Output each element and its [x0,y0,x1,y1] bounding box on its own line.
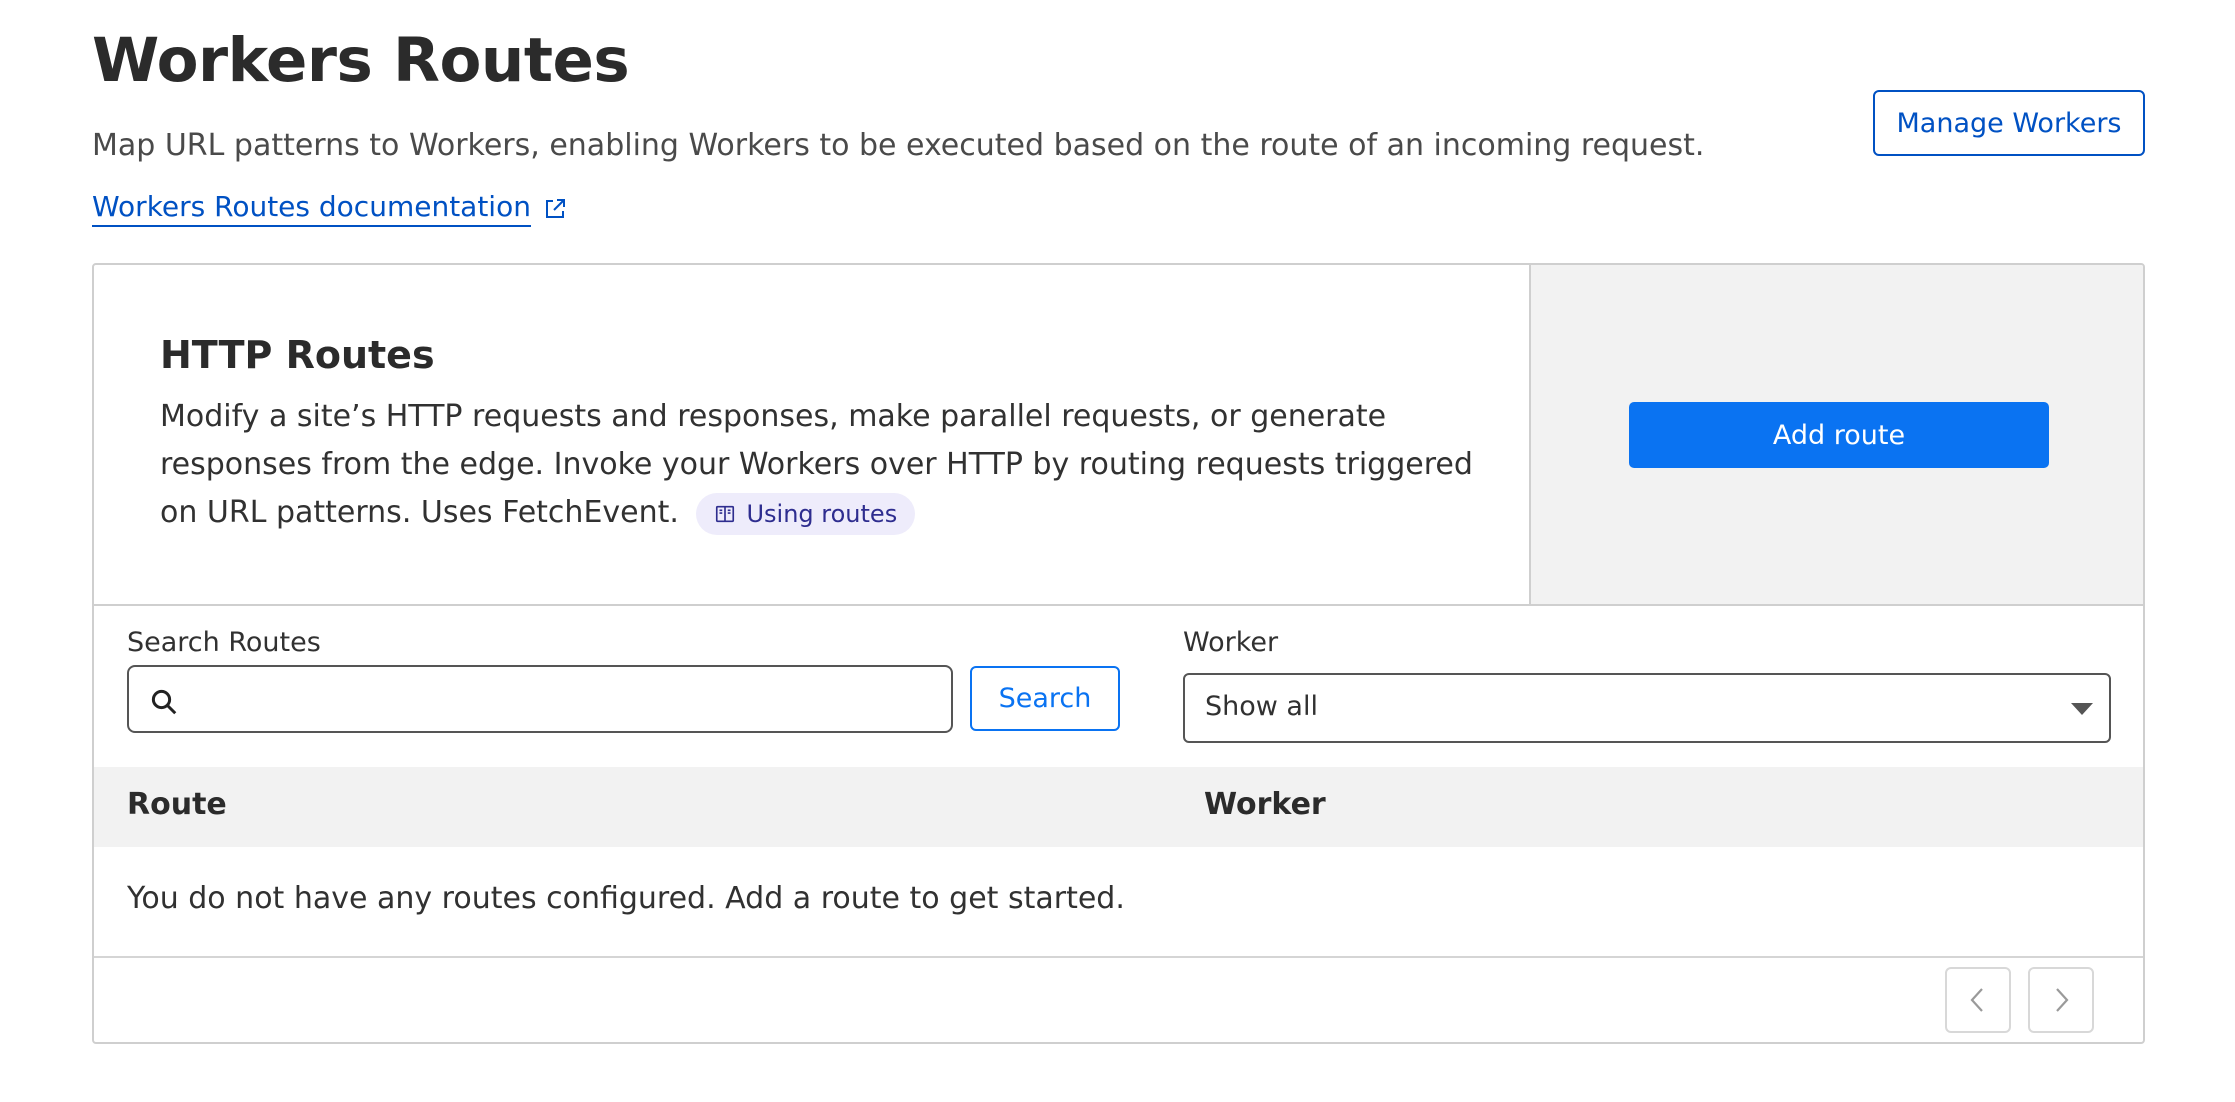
using-routes-label: Using routes [746,499,898,528]
external-link-icon [545,198,565,218]
http-routes-info: HTTP Routes Modify a site’s HTTP request… [94,265,1531,604]
worker-filter-label: Worker [1183,627,1279,658]
chevron-down-icon [2071,703,2093,715]
worker-filter-select[interactable]: Show all [1183,673,2111,743]
column-header-route: Route [127,787,227,822]
column-header-worker: Worker [1204,787,1326,822]
worker-filter-value: Show all [1205,691,1318,722]
http-routes-action-panel: Add route [1531,265,2143,604]
documentation-link-label: Workers Routes documentation [92,190,531,227]
http-routes-heading: HTTP Routes [160,333,435,377]
routes-table-header: Route Worker [94,767,2143,847]
chevron-left-icon [1970,988,1983,1012]
using-routes-badge[interactable]: Using routes [696,492,916,535]
routes-card: HTTP Routes Modify a site’s HTTP request… [92,263,2145,1044]
search-routes-label: Search Routes [127,627,321,658]
empty-state-message: You do not have any routes configured. A… [127,881,1125,916]
search-button[interactable]: Search [970,666,1120,731]
search-icon [151,689,177,715]
chevron-right-icon [2056,988,2069,1012]
manage-workers-button[interactable]: Manage Workers [1873,90,2145,156]
routes-empty-state: You do not have any routes configured. A… [94,847,2143,958]
previous-page-button[interactable] [1945,967,2011,1033]
add-route-button[interactable]: Add route [1629,402,2049,468]
page-title: Workers Routes [92,25,630,96]
page-subtitle: Map URL patterns to Workers, enabling Wo… [92,128,1705,163]
search-routes-input[interactable] [193,675,937,725]
documentation-link[interactable]: Workers Routes documentation [92,190,567,227]
next-page-button[interactable] [2028,967,2094,1033]
http-routes-description: Modify a site’s HTTP requests and respon… [160,393,1480,537]
search-routes-field[interactable] [127,665,953,733]
book-icon [716,505,735,522]
http-routes-section: HTTP Routes Modify a site’s HTTP request… [94,265,2143,606]
